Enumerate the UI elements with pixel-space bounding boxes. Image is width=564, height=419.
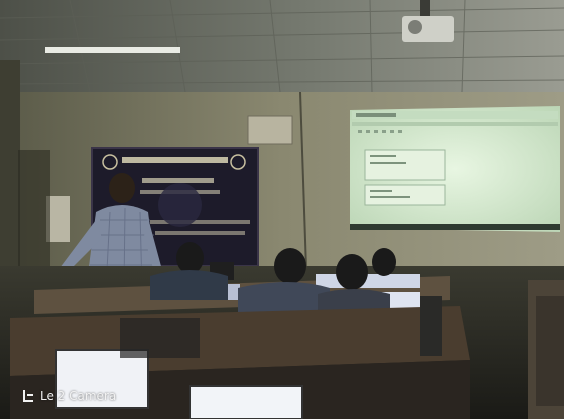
camera-watermark: Le 2 Camera [22,389,116,403]
le-logo-icon [22,390,34,402]
classroom-photo: Le 2 Camera [0,0,564,419]
photo-scene [0,0,564,419]
front-student [120,318,200,358]
student-3 [336,254,368,290]
ceiling [0,0,564,92]
student-4 [372,248,396,276]
front-monitor-right [189,385,303,419]
student-2 [274,248,306,284]
notice-board [247,115,293,145]
student-1 [176,242,204,274]
ceiling-light [45,47,180,53]
projection-screen [350,106,560,232]
watermark-text: Le 2 Camera [40,389,117,403]
